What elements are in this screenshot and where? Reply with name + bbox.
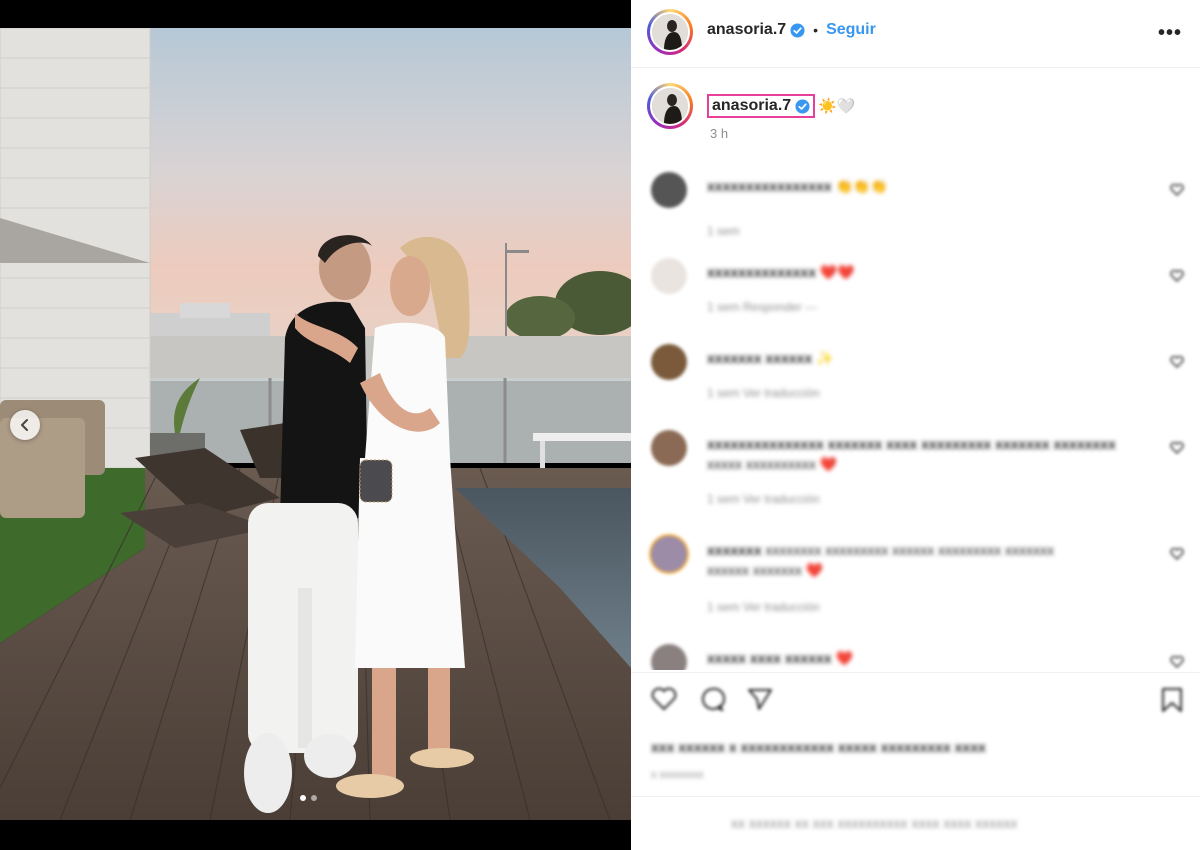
share-icon[interactable] bbox=[747, 687, 773, 711]
post-side-panel: anasoria.7 • Seguir ••• anasoria.7 ☀️🤍 3… bbox=[631, 0, 1200, 850]
comment-meta: 1 sem Responder --- bbox=[707, 300, 818, 314]
author-username[interactable]: anasoria.7 bbox=[707, 21, 786, 39]
commenter-avatar[interactable] bbox=[651, 344, 687, 380]
bookmark-icon[interactable] bbox=[1161, 687, 1183, 713]
comment-text: xxxxx xxxx xxxxxx ❤️ bbox=[707, 650, 853, 666]
heart-icon[interactable] bbox=[1170, 270, 1184, 282]
caption-username-highlight: anasoria.7 bbox=[707, 94, 816, 118]
likes-summary[interactable]: xxx xxxxxx x xxxxxxxxxxxx xxxxx xxxxxxxx… bbox=[651, 739, 986, 755]
commenter-avatar[interactable] bbox=[651, 430, 687, 466]
carousel-dot bbox=[311, 795, 317, 801]
author-avatar[interactable] bbox=[647, 9, 693, 55]
comment-text-cont: xxxxx xxxxxxxxxx ❤️ bbox=[707, 456, 838, 472]
author-name-row: anasoria.7 • Seguir bbox=[707, 21, 876, 39]
comment-meta: 1 sem Ver traducción bbox=[707, 386, 820, 400]
heart-icon[interactable] bbox=[651, 687, 677, 711]
caption-author-avatar[interactable] bbox=[647, 83, 693, 129]
comment-meta: 1 sem Ver traducción bbox=[707, 600, 820, 614]
heart-icon[interactable] bbox=[1170, 548, 1184, 560]
comments-list: xxxxxxxxxxxxxxxx 👏👏👏 1 sem xxxxxxxxxxxxx… bbox=[631, 160, 1200, 670]
caption-line: anasoria.7 ☀️🤍 bbox=[707, 94, 856, 118]
commenter-avatar[interactable] bbox=[651, 258, 687, 294]
carousel-indicator bbox=[300, 795, 317, 801]
add-comment-placeholder: xx xxxxxx xx xxx xxxxxxxxxx xxxx xxxx xx… bbox=[731, 815, 1018, 831]
post-header: anasoria.7 • Seguir ••• bbox=[631, 0, 1200, 68]
heart-icon[interactable] bbox=[1170, 442, 1184, 454]
more-options-button[interactable]: ••• bbox=[1158, 22, 1182, 45]
comment-text: xxxxxxx xxxxxxxx xxxxxxxxx xxxxxx xxxxxx… bbox=[707, 542, 1054, 558]
couple-photo-illustration bbox=[0, 28, 631, 820]
comment-icon[interactable] bbox=[699, 687, 725, 711]
commenter-avatar[interactable] bbox=[651, 536, 687, 572]
verified-icon bbox=[795, 98, 810, 114]
carousel-dot bbox=[300, 795, 306, 801]
comment-text: xxxxxxxxxxxxxx ❤️❤️ bbox=[707, 264, 855, 280]
post-media bbox=[0, 0, 631, 850]
separator-dot: • bbox=[813, 22, 819, 38]
comment-text: xxxxxxxxxxxxxxxx 👏👏👏 bbox=[707, 178, 888, 194]
post-date: x xxxxxxxx bbox=[651, 769, 704, 781]
avatar-image bbox=[650, 12, 690, 52]
comment-text: xxxxxxxxxxxxxxx xxxxxxx xxxx xxxxxxxxx x… bbox=[707, 436, 1116, 452]
caption-username[interactable]: anasoria.7 bbox=[712, 97, 791, 115]
comment-meta: 1 sem Ver traducción bbox=[707, 492, 820, 506]
commenter-avatar[interactable] bbox=[651, 644, 687, 670]
comment-text-cont: xxxxxx xxxxxxx ❤️ bbox=[707, 562, 824, 578]
commenter-avatar[interactable] bbox=[651, 172, 687, 208]
heart-icon[interactable] bbox=[1170, 656, 1184, 668]
avatar-silhouette bbox=[652, 88, 688, 124]
follow-button[interactable]: Seguir bbox=[826, 21, 876, 39]
post-caption: anasoria.7 ☀️🤍 3 h bbox=[631, 78, 1200, 158]
carousel-prev-button[interactable] bbox=[10, 410, 40, 440]
comment-meta: 1 sem bbox=[707, 224, 740, 238]
heart-icon[interactable] bbox=[1170, 184, 1184, 196]
add-comment-bar[interactable]: xx xxxxxx xx xxx xxxxxxxxxx xxxx xxxx xx… bbox=[631, 796, 1200, 850]
more-icon: ••• bbox=[1157, 22, 1182, 44]
post-photo[interactable] bbox=[0, 28, 631, 820]
avatar-silhouette bbox=[652, 14, 688, 50]
verified-icon bbox=[790, 22, 805, 38]
avatar-image bbox=[650, 86, 690, 126]
caption-text: ☀️🤍 bbox=[818, 98, 856, 115]
comment-text: xxxxxxx xxxxxx ✨ bbox=[707, 350, 834, 366]
chevron-left-icon bbox=[21, 419, 28, 431]
heart-icon[interactable] bbox=[1170, 356, 1184, 368]
post-timestamp: 3 h bbox=[710, 126, 729, 141]
